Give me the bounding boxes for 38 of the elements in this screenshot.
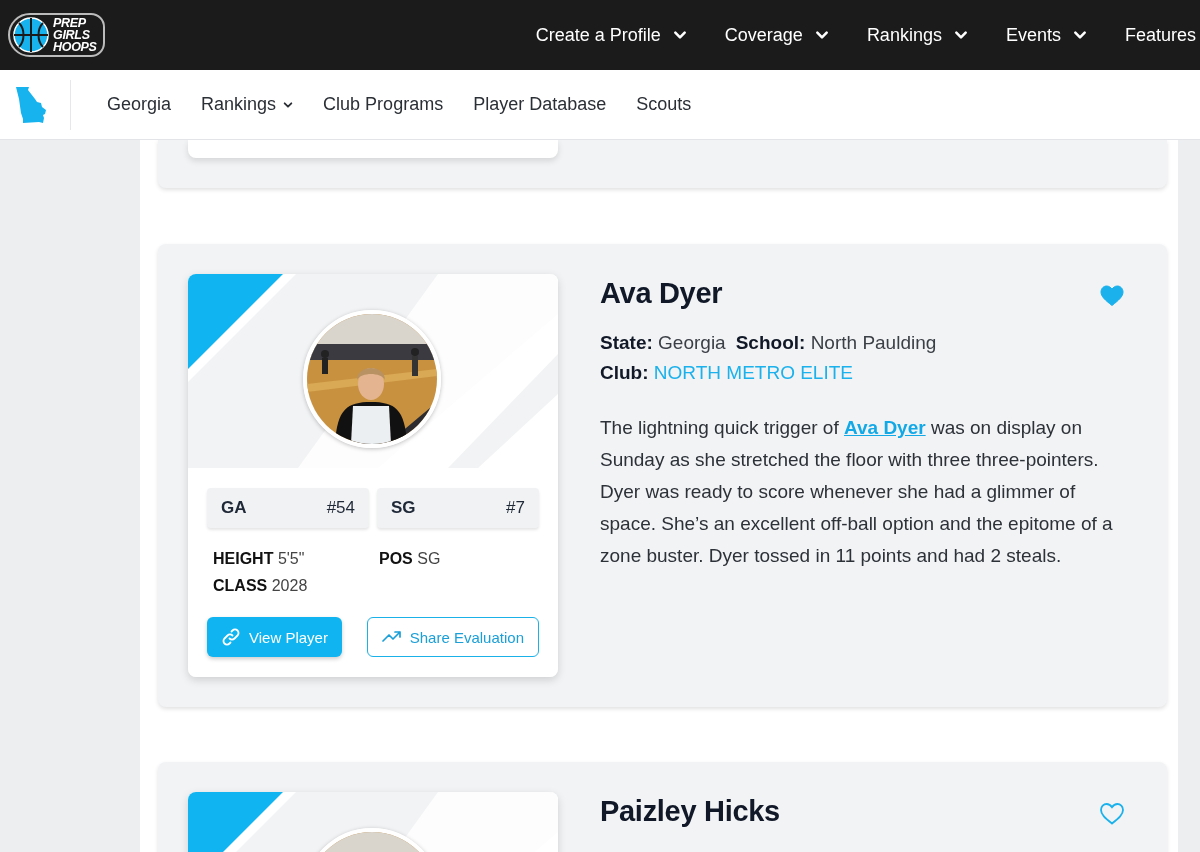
chevron-down-icon [1072,28,1087,42]
player-stat: HEIGHT 5'5" [213,550,306,568]
basketball-icon [12,16,50,54]
subnav-link[interactable]: Scouts [636,94,692,115]
logo-badge[interactable]: PREP GIRLS HOOPS [8,13,105,57]
chevron-down-icon [283,99,294,110]
nav-link[interactable]: Features [1124,24,1196,46]
nav-link[interactable]: Rankings [866,24,968,46]
chevron-down-icon [953,28,968,42]
subnav-link[interactable]: Georgia [107,94,172,115]
nav-link[interactable]: Coverage [724,24,829,46]
player-stat: CLASS 2028 [213,577,309,595]
chevron-down-icon [672,28,687,42]
nav-link[interactable]: Create a Profile [535,24,687,46]
player-name[interactable]: Paizley Hicks [600,795,1139,828]
link-icon [221,627,241,647]
heart-icon[interactable] [1099,802,1125,826]
ranking-label: SG [391,498,416,518]
heart-icon[interactable] [1099,284,1125,308]
player-detail: School: North Paulding [735,331,937,355]
rank-number: #54 [326,498,355,518]
subnav-link[interactable]: Player Database [473,94,607,115]
chevron-down-icon [814,28,829,42]
trend-up-icon [381,630,402,644]
player-detail: Club: NORTH METRO ELITE [600,361,854,385]
state-map-icon [15,86,47,123]
logo-text: GIRLS [53,29,91,41]
evaluation-text: The lightning quick trigger of Ava Dyer was on display on Sunday as she stretched the floor with three three-pointers. Dyer was ready to score whenever she had a glimmer of space. She’s an excellent off-ball option and the epitome of a zone buster. Dyer tossed in 11 points and had 2 steals. [600,416,1114,568]
player-name[interactable]: Ava Dyer [600,277,1139,310]
logo-text: PREP [53,17,87,29]
rank-number: #7 [506,498,525,518]
player-detail: State: Georgia [600,331,726,355]
subnav-link[interactable]: Club Programs [323,94,444,115]
nav-link[interactable]: Events [1005,24,1087,46]
ranking-label: GA [221,498,247,518]
player-stat: POS SG [379,550,442,568]
subnav-link[interactable]: Rankings [201,94,294,115]
logo-text: HOOPS [53,41,97,53]
